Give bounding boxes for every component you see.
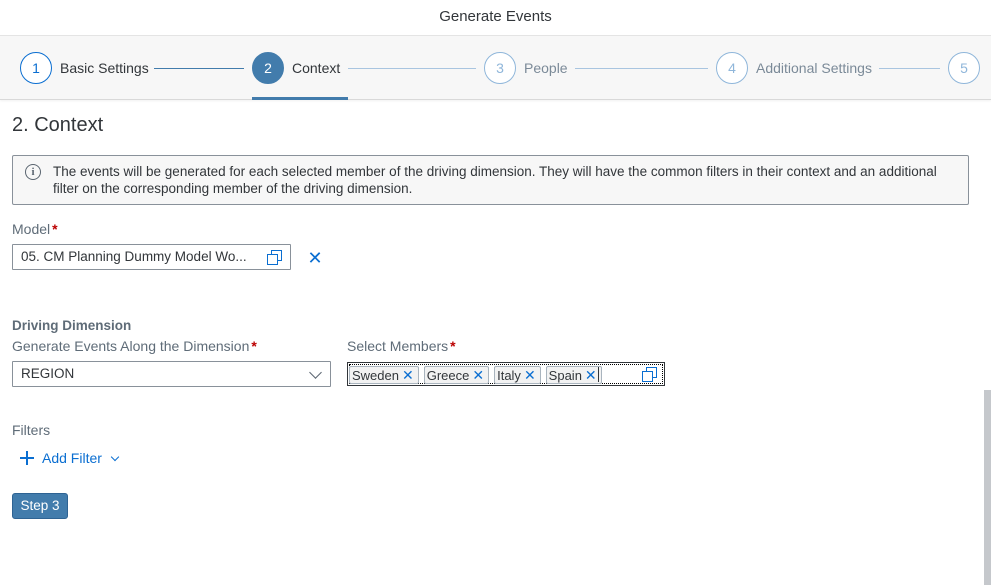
chevron-down-icon[interactable] (309, 366, 322, 379)
remove-token-icon[interactable]: ✕ (585, 367, 597, 384)
required-mark: * (251, 338, 257, 354)
info-message-strip: i The events will be generated for each … (12, 155, 969, 205)
wizard-step-people: 3 People (484, 52, 568, 84)
remove-token-icon[interactable]: ✕ (524, 367, 536, 384)
step-3-button[interactable]: Step 3 (12, 493, 68, 519)
info-icon: i (25, 164, 41, 180)
text-caret (598, 367, 599, 382)
wizard-step-5: 5 (948, 52, 980, 84)
step-label: Additional Settings (756, 60, 872, 76)
step-connector (154, 68, 244, 69)
token-label: Spain (548, 367, 582, 383)
step-label: People (524, 60, 568, 76)
step-connector (348, 68, 476, 69)
dimension-select[interactable]: REGION (12, 361, 331, 387)
remove-token-icon[interactable]: ✕ (402, 367, 414, 384)
step-connector (879, 68, 940, 69)
plus-icon (20, 451, 34, 465)
step-number: 5 (948, 52, 980, 84)
wizard-step-context[interactable]: 2 Context (252, 52, 340, 84)
driving-dimension-title: Driving Dimension (12, 318, 132, 333)
token-label: Italy (497, 367, 521, 383)
member-tokens: Sweden ✕ Greece ✕ Italy ✕ Spain ✕ (349, 366, 602, 384)
add-filter-button[interactable]: Add Filter (20, 448, 120, 468)
required-mark: * (52, 221, 58, 237)
active-step-indicator (252, 97, 348, 100)
model-label-text: Model (12, 221, 51, 237)
dimension-value: REGION (21, 366, 75, 381)
token-label: Greece (426, 367, 470, 383)
select-members-label-text: Select Members (347, 338, 449, 354)
model-input[interactable]: 05. CM Planning Dummy Model Wo... (12, 244, 291, 270)
scrollbar[interactable] (984, 390, 991, 585)
clear-model-icon[interactable]: ✕ (306, 249, 324, 267)
step-number: 2 (252, 52, 284, 84)
filters-label: Filters (12, 422, 51, 438)
wizard-step-additional-settings: 4 Additional Settings (716, 52, 872, 84)
info-text: The events will be generated for each se… (53, 164, 937, 196)
member-token[interactable]: Sweden ✕ (349, 366, 419, 384)
model-label: Model * (12, 221, 58, 237)
step-connector (575, 68, 708, 69)
generate-along-label: Generate Events Along the Dimension * (12, 338, 257, 354)
value-help-icon[interactable] (642, 367, 657, 382)
members-multi-input[interactable]: Sweden ✕ Greece ✕ Italy ✕ Spain ✕ (347, 362, 665, 386)
value-help-icon[interactable] (267, 250, 282, 265)
member-token[interactable]: Spain ✕ (545, 366, 602, 384)
section-heading: 2. Context (12, 114, 104, 136)
member-token[interactable]: Italy ✕ (494, 366, 541, 384)
wizard-step-basic-settings[interactable]: 1 Basic Settings (20, 52, 149, 84)
select-members-label: Select Members * (347, 338, 456, 354)
step-number: 3 (484, 52, 516, 84)
step-number: 1 (20, 52, 52, 84)
wizard-progress-bar: 1 Basic Settings 2 Context 3 People 4 Ad… (0, 36, 991, 100)
remove-token-icon[interactable]: ✕ (472, 367, 484, 384)
model-value: 05. CM Planning Dummy Model Wo... (21, 249, 247, 264)
step-number: 4 (716, 52, 748, 84)
required-mark: * (450, 338, 456, 354)
step-label: Context (292, 60, 341, 76)
step-label: Basic Settings (60, 60, 149, 76)
add-filter-label: Add Filter (42, 450, 102, 466)
dialog-title: Generate Events (0, 0, 991, 36)
member-token[interactable]: Greece ✕ (423, 366, 490, 384)
generate-along-label-text: Generate Events Along the Dimension (12, 338, 250, 354)
token-label: Sweden (352, 367, 399, 383)
chevron-down-icon (110, 452, 120, 461)
